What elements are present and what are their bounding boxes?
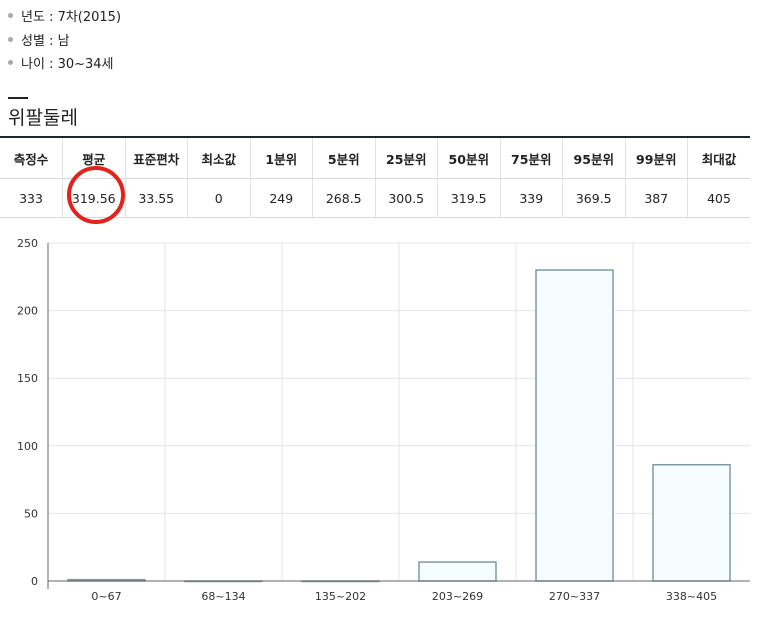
x-tick-label: 270~337 (549, 590, 600, 603)
header-max: 최대값 (687, 137, 750, 179)
value-p25: 300.5 (374, 178, 438, 218)
y-tick-label: 150 (17, 372, 38, 385)
value-max: 405 (687, 178, 750, 218)
histogram-bar (652, 463, 731, 582)
section-title: 위팔둘레 (8, 107, 78, 129)
value-p99: 387 (624, 178, 688, 218)
x-tick-label: 0~67 (91, 590, 121, 603)
y-tick-label: 0 (31, 575, 38, 588)
value-p50: 319.5 (437, 178, 500, 218)
value-p1: 249 (249, 178, 313, 218)
header-p95: 95분위 (562, 137, 625, 179)
header-count: 측정수 (0, 137, 63, 179)
value-p75: 339 (499, 178, 563, 218)
bullet-icon (8, 60, 13, 66)
value-p95: 369.5 (562, 178, 625, 218)
value-stddev: 33.55 (124, 178, 188, 218)
title-accent-bar (8, 97, 28, 99)
y-tick-label: 50 (24, 507, 38, 520)
value-p5: 268.5 (312, 178, 375, 218)
y-tick-label: 100 (17, 440, 38, 453)
histogram-bar (535, 269, 614, 582)
histogram-chart: 0 50 100 150 200 250 0~67 68~134 135~202 203~269 2… (17, 237, 750, 603)
x-tick-label: 68~134 (201, 590, 245, 603)
info-item-age: 나이 : 30~34세 (8, 51, 121, 75)
bullet-icon (8, 36, 13, 42)
info-item-gender: 성별 : 남 (8, 28, 121, 52)
header-p99: 99분위 (624, 137, 688, 179)
header-p25: 25분위 (374, 137, 438, 179)
info-year: 년도 : 7차(2015) (21, 10, 122, 26)
x-tick-label: 203~269 (432, 590, 483, 603)
y-tick-label: 200 (17, 305, 38, 318)
header-stddev: 표준편차 (124, 137, 188, 179)
info-list: 년도 : 7차(2015) 성별 : 남 나이 : 30~34세 (8, 4, 121, 75)
y-tick-label: 250 (17, 237, 38, 250)
header-p50: 50분위 (437, 137, 500, 179)
x-tick-label: 135~202 (315, 590, 366, 603)
info-item-year: 년도 : 7차(2015) (8, 4, 121, 28)
x-tick-label: 338~405 (666, 590, 717, 603)
header-p75: 75분위 (499, 137, 563, 179)
value-min: 0 (187, 178, 250, 218)
info-gender: 성별 : 남 (21, 33, 70, 49)
header-p5: 5분위 (312, 137, 375, 179)
info-age: 나이 : 30~34세 (21, 57, 114, 73)
mean-highlight-circle (67, 166, 125, 224)
header-min: 최소값 (187, 137, 250, 179)
value-count: 333 (0, 178, 63, 218)
bullet-icon (8, 13, 13, 19)
histogram-bar (418, 561, 497, 582)
header-p1: 1분위 (249, 137, 313, 179)
